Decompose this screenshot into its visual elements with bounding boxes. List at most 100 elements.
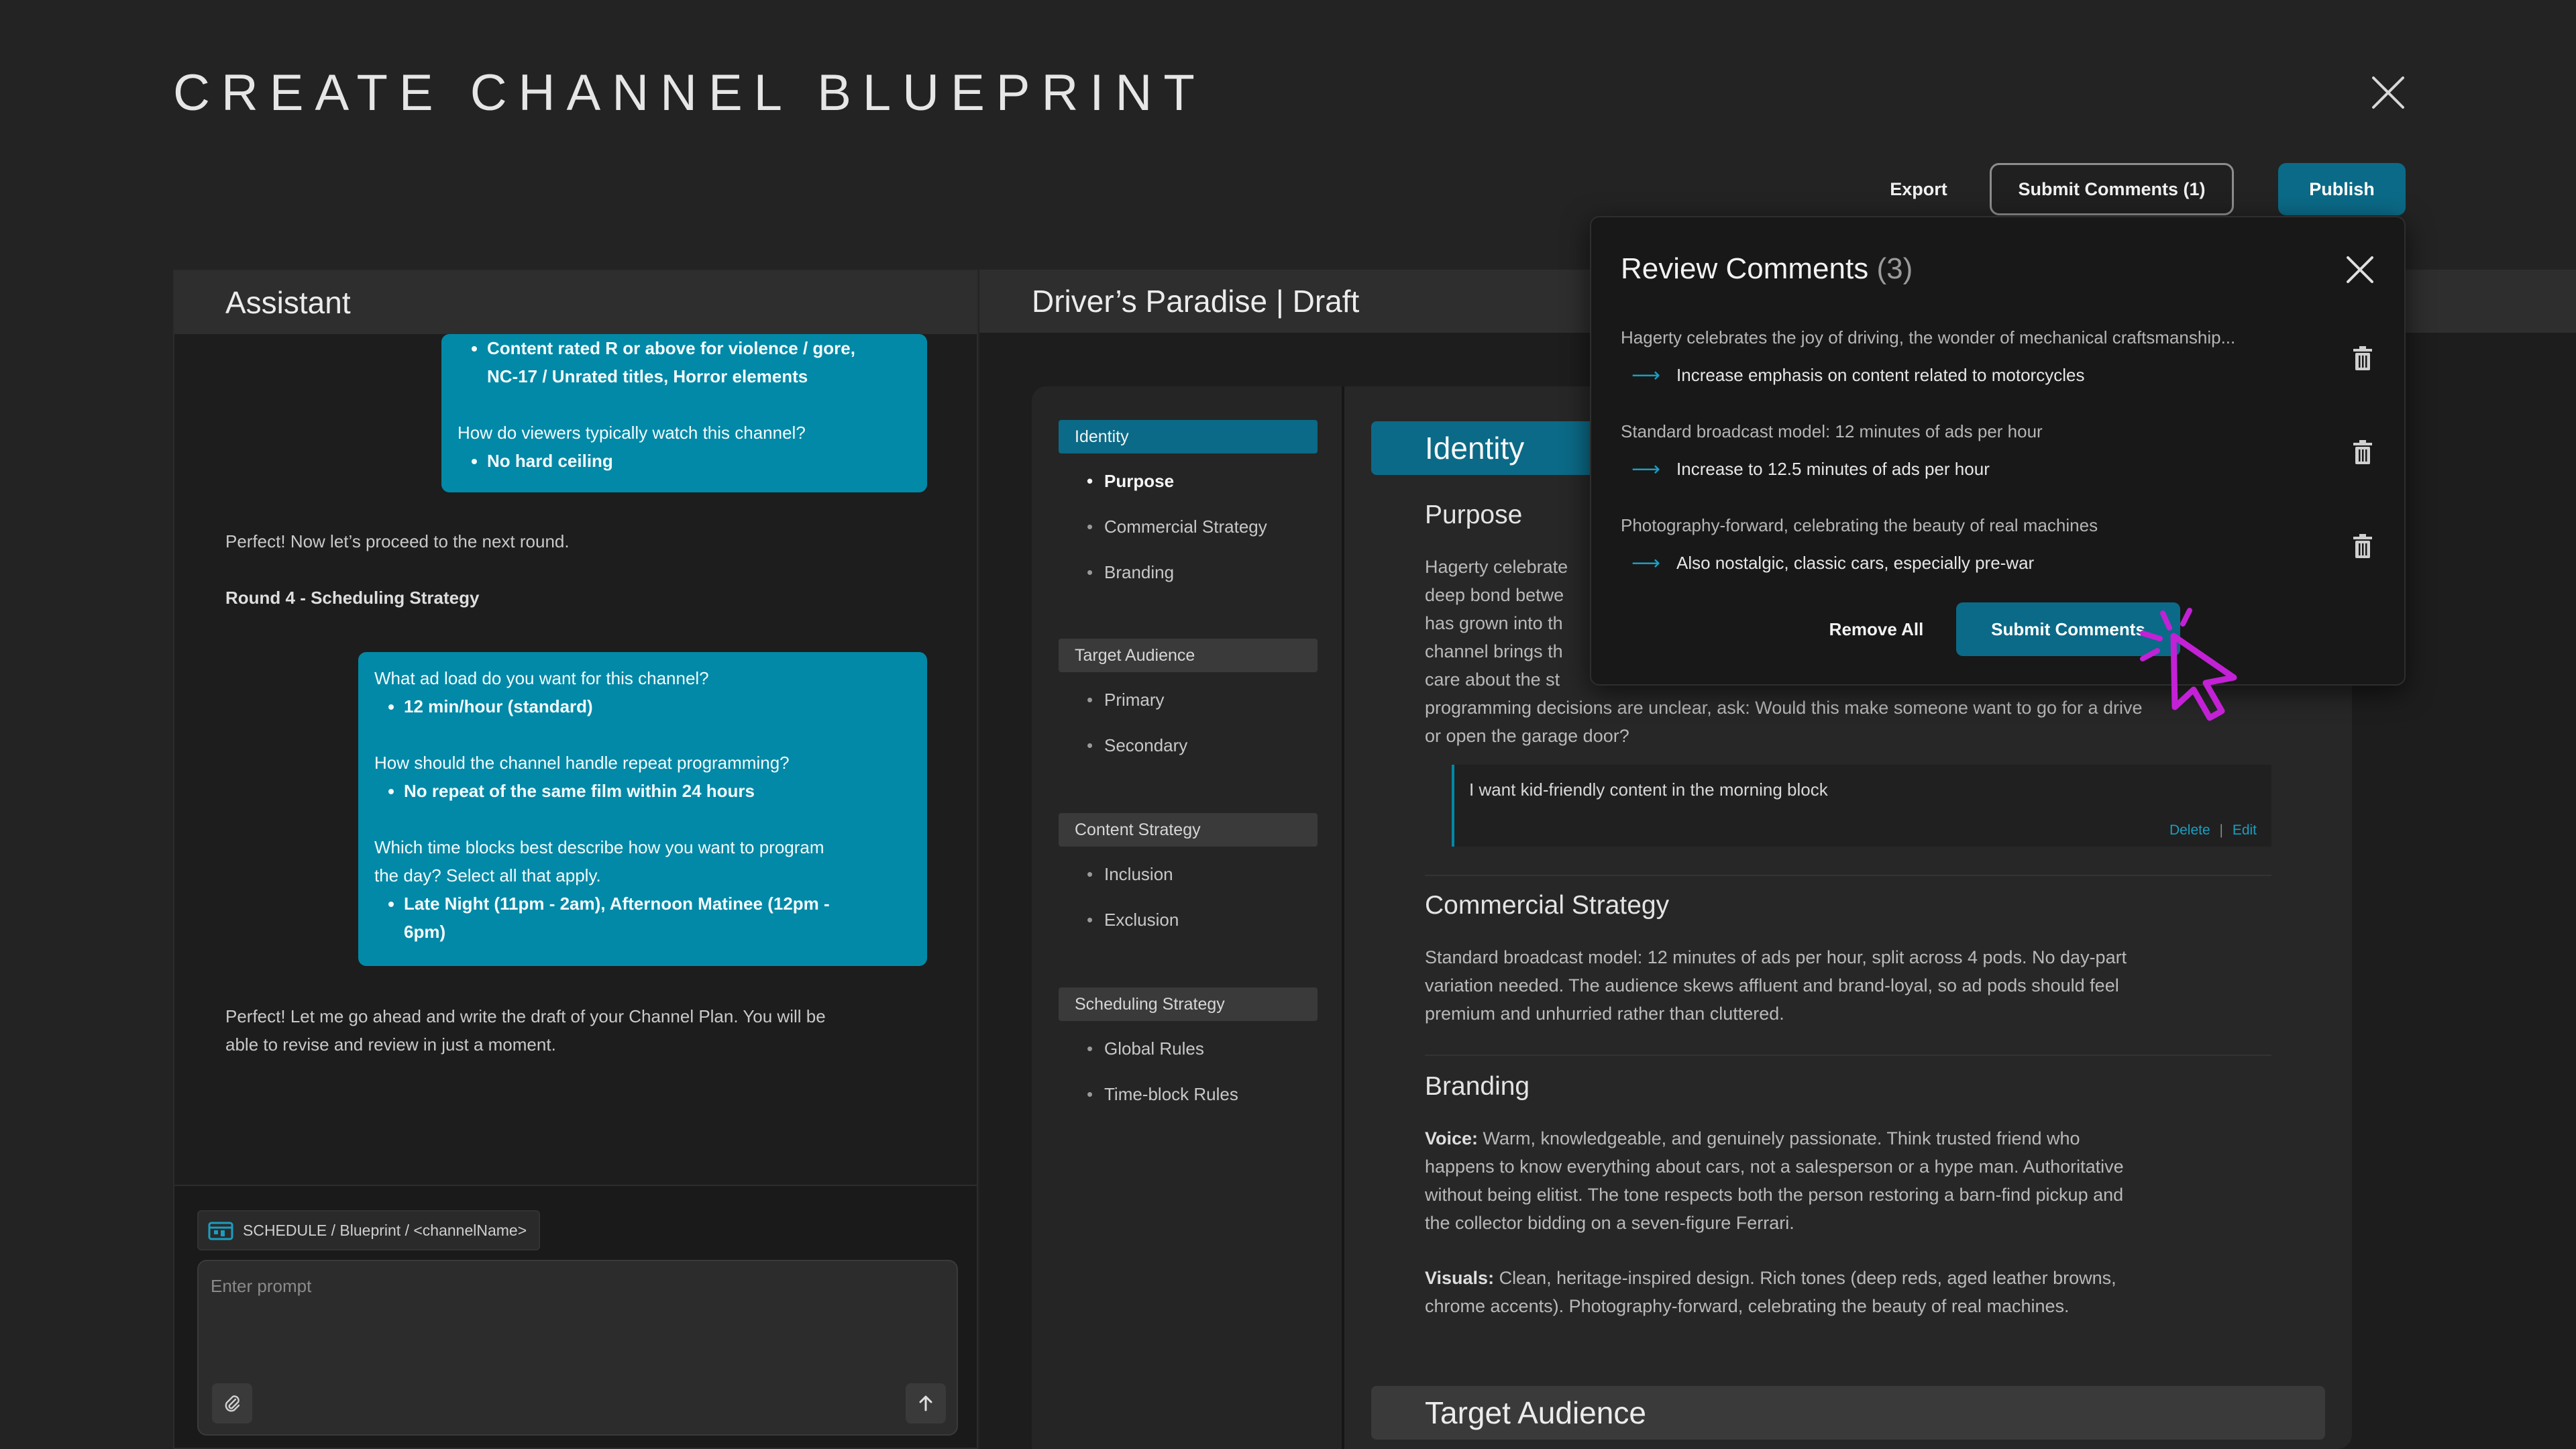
heading-branding: Branding (1425, 1072, 1530, 1101)
toc-item-time-block-rules[interactable]: Time-block Rules (1087, 1084, 1238, 1105)
assistant-title: Assistant (225, 285, 351, 320)
comment-change: ⟶ Increase to 12.5 minutes of ads per ho… (1631, 458, 1990, 481)
toc-section-identity[interactable]: Identity (1059, 420, 1318, 453)
toc-section-scheduling-strategy[interactable]: Scheduling Strategy (1059, 987, 1318, 1021)
text-line: Standard broadcast model: 12 minutes of … (1425, 947, 2127, 967)
submit-comments-button[interactable]: Submit Comments (1) (1990, 163, 2234, 215)
paperclip-icon (225, 1395, 240, 1412)
message-line: able to revise and review in just a mome… (225, 1034, 556, 1055)
cursor-click-icon (2140, 608, 2237, 721)
toc-item-exclusion[interactable]: Exclusion (1087, 910, 1179, 930)
remove-all-button[interactable]: Remove All (1806, 602, 1947, 656)
section-banner-target-audience: Target Audience (1371, 1386, 2325, 1440)
prompt-input[interactable] (209, 1272, 816, 1300)
comment-change-text: Increase emphasis on content related to … (1676, 365, 2085, 385)
answer-item: No hard ceiling (487, 447, 911, 475)
trash-icon[interactable] (2351, 345, 2375, 372)
comment-original: Hagerty celebrates the joy of driving, t… (1621, 327, 2236, 347)
chat-bubble-answers-2: What ad load do you want for this channe… (358, 652, 927, 966)
arrow-up-icon (919, 1395, 932, 1411)
prompt-area: SCHEDULE / Blueprint / <channelName> (174, 1185, 977, 1448)
toc-section-target-audience[interactable]: Target Audience (1059, 639, 1318, 672)
arrow-right-icon: ⟶ (1631, 364, 1661, 386)
inline-comment: I want kid-friendly content in the morni… (1452, 765, 2271, 847)
chat-bubble-answers-1: Content rated R or above for violence / … (441, 334, 927, 492)
comment-change-text: Also nostalgic, classic cars, especially… (1676, 553, 2035, 573)
send-button[interactable] (906, 1383, 946, 1424)
visuals-label: Visuals: (1425, 1268, 1495, 1288)
text-line: happens to know everything about cars, n… (1425, 1157, 2124, 1177)
text-line: without being elitist. The tone respects… (1425, 1185, 2124, 1205)
divider (1425, 1055, 2271, 1056)
export-button[interactable]: Export (1872, 163, 1966, 215)
table-of-contents: Identity Purpose Commercial Strategy Bra… (1032, 386, 1344, 1449)
comment-change-text: Increase to 12.5 minutes of ads per hour (1676, 459, 1990, 479)
answer-item: No repeat of the same film within 24 hou… (404, 777, 911, 805)
question-line: the day? Select all that apply. (374, 865, 601, 885)
arrow-right-icon: ⟶ (1631, 458, 1661, 480)
round-label: Round 4 - Scheduling Strategy (225, 588, 480, 608)
text-span: Clean, heritage-inspired design. Rich to… (1494, 1268, 2116, 1288)
answer-text: Content rated R or above for violence / … (487, 338, 855, 358)
text-line: the collector bidding on a seven-figure … (1425, 1213, 1794, 1233)
review-title: Review Comments (3) (1621, 252, 1913, 286)
comment-change: ⟶ Increase emphasis on content related t… (1631, 364, 2084, 387)
toc-item-purpose[interactable]: Purpose (1087, 471, 1174, 492)
review-title-text: Review Comments (1621, 252, 1869, 285)
toc-item-commercial-strategy[interactable]: Commercial Strategy (1087, 517, 1267, 537)
text-line: Voice: Warm, knowledgeable, and genuinel… (1425, 1124, 2271, 1152)
question-text: What ad load do you want for this channe… (374, 668, 709, 688)
toc-item-secondary[interactable]: Secondary (1087, 735, 1187, 756)
text-span: Warm, knowledgeable, and genuinely passi… (1478, 1128, 2080, 1148)
page-title: CREATE CHANNEL BLUEPRINT (173, 64, 1206, 121)
comment-edit-link[interactable]: Edit (2233, 822, 2257, 838)
divider (1425, 875, 2271, 876)
toc-item-branding[interactable]: Branding (1087, 562, 1174, 583)
answer-line: 6pm) (404, 922, 446, 942)
calendar-icon (208, 1222, 233, 1240)
assistant-panel: Assistant Content rated R or above for v… (173, 270, 978, 1449)
text-line: premium and unhurried rather than clutte… (1425, 1004, 1784, 1024)
draft-title: Driver’s Paradise | Draft (1032, 284, 1360, 319)
comment-text: I want kid-friendly content in the morni… (1469, 780, 1828, 800)
breadcrumb[interactable]: SCHEDULE / Blueprint / <channelName> (197, 1210, 541, 1250)
close-icon[interactable] (2368, 72, 2408, 113)
comment-actions: Delete | Edit (2169, 822, 2257, 839)
toc-item-inclusion[interactable]: Inclusion (1087, 864, 1173, 885)
question-line: Which time blocks best describe how you … (374, 837, 824, 857)
trash-icon[interactable] (2351, 533, 2375, 559)
message-line: Perfect! Let me go ahead and write the d… (225, 1006, 826, 1026)
commercial-text: Standard broadcast model: 12 minutes of … (1425, 943, 2271, 1028)
breadcrumb-text: SCHEDULE / Blueprint / <channelName> (243, 1221, 527, 1239)
toc-section-content-strategy[interactable]: Content Strategy (1059, 813, 1318, 847)
attach-button[interactable] (212, 1383, 252, 1424)
voice-label: Voice: (1425, 1128, 1479, 1148)
toc-item-global-rules[interactable]: Global Rules (1087, 1038, 1204, 1059)
review-count: (3) (1876, 252, 1913, 285)
comment-delete-link[interactable]: Delete (2169, 822, 2210, 838)
heading-commercial-strategy: Commercial Strategy (1425, 891, 1670, 920)
publish-button[interactable]: Publish (2278, 163, 2406, 215)
trash-icon[interactable] (2351, 439, 2375, 466)
visuals-text: Visuals: Clean, heritage-inspired design… (1425, 1264, 2271, 1320)
voice-text: Voice: Warm, knowledgeable, and genuinel… (1425, 1124, 2271, 1237)
assistant-message: Perfect! Now let’s proceed to the next r… (225, 531, 570, 551)
answer-item: 12 min/hour (standard) (404, 692, 911, 720)
arrow-right-icon: ⟶ (1631, 552, 1661, 574)
answer-line: Late Night (11pm - 2am), Afternoon Matin… (404, 894, 830, 914)
toc-item-primary[interactable]: Primary (1087, 690, 1164, 710)
answer-text: NC-17 / Unrated titles, Horror elements (487, 366, 808, 386)
heading-purpose: Purpose (1425, 500, 1523, 529)
text-line: variation needed. The audience skews aff… (1425, 975, 2119, 996)
question-text: How do viewers typically watch this chan… (458, 423, 806, 443)
close-icon[interactable] (2343, 252, 2377, 287)
assistant-header: Assistant (174, 271, 977, 334)
assistant-message: Perfect! Let me go ahead and write the d… (225, 1002, 826, 1059)
comment-separator: | (2219, 822, 2223, 838)
text-line: or open the garage door? (1425, 726, 1629, 746)
answer-item: Content rated R or above for violence / … (487, 334, 911, 390)
prompt-box[interactable] (197, 1260, 958, 1436)
comment-original: Photography-forward, celebrating the bea… (1621, 515, 2098, 535)
answer-item: Late Night (11pm - 2am), Afternoon Matin… (404, 890, 911, 946)
review-comments-popover: Review Comments (3) Hagerty celebrates t… (1590, 216, 2406, 686)
